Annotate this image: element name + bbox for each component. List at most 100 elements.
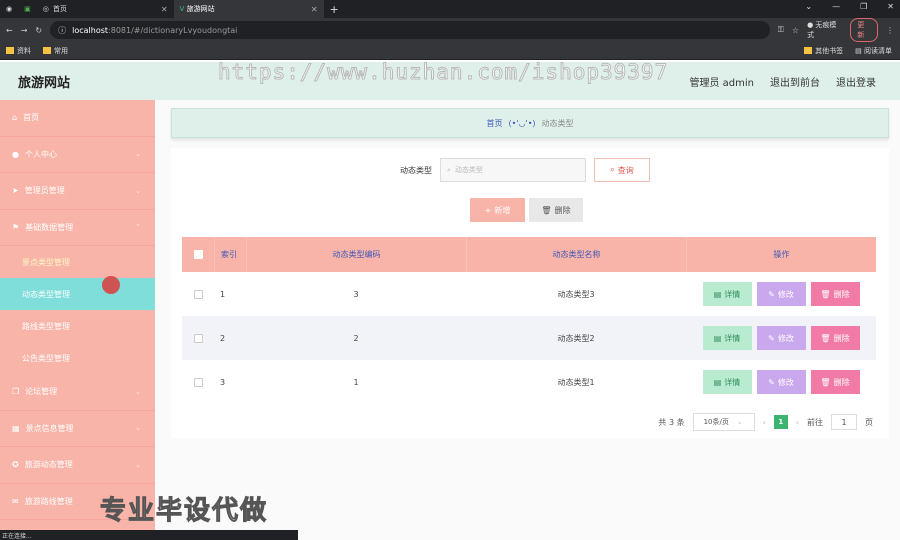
update-button[interactable]: 更新 (850, 18, 878, 42)
key-icon[interactable]: ⚿ (778, 25, 784, 35)
reading-list[interactable]: ▤ 阅读清单 (855, 46, 892, 56)
tab-label: 旅游网站 (186, 5, 215, 13)
select-all-checkbox[interactable] (193, 250, 203, 259)
sidebar-item-label: 首页 (23, 113, 40, 123)
edit-label: 修改 (777, 289, 794, 299)
url-path: :8081/#/dictionaryLvyoudongtai (108, 25, 238, 35)
folder-icon (6, 47, 14, 54)
sidebar-subitem-route-type[interactable]: 路线类型管理 (0, 310, 155, 342)
column-name[interactable]: 动态类型名称 (466, 237, 686, 272)
delete-label: 删除 (833, 377, 850, 387)
view-label: 详情 (724, 377, 741, 387)
sidebar-subitem-scenic-type[interactable]: 景点类型管理 (0, 246, 155, 278)
next-page-icon[interactable]: › (796, 418, 799, 427)
close-icon[interactable]: ✕ (161, 5, 168, 14)
info-icon: ⓘ (58, 25, 67, 35)
row-checkbox[interactable] (193, 333, 203, 343)
bookmark-folder[interactable]: 资料 (6, 46, 31, 56)
incognito-label[interactable]: ● 无痕模式 (807, 20, 842, 40)
breadcrumb-home[interactable]: 首页 (486, 118, 502, 129)
cursor-highlight (102, 276, 120, 294)
document-icon: ▤ (713, 289, 722, 299)
sidebar-item-profile[interactable]: ● 个人中心 ⌄ (0, 137, 155, 173)
row-checkbox[interactable] (193, 289, 203, 299)
prev-page-icon[interactable]: ‹ (763, 418, 766, 427)
search-button[interactable]: ⌕ 查询 (594, 158, 650, 182)
trash-icon: 🗑 (820, 333, 831, 343)
delete-label: 删除 (833, 333, 850, 343)
browser-tab-github[interactable]: ◉ (0, 0, 18, 18)
other-bookmarks[interactable]: 其他书签 (804, 46, 843, 56)
add-label: 新增 (494, 205, 511, 215)
forward-icon[interactable]: → (21, 26, 28, 35)
tab-label: 首页 (52, 5, 67, 13)
breadcrumb: 首页 (•'◡'•) 动态类型 (171, 108, 889, 138)
star-icon[interactable]: ☆ (792, 26, 799, 35)
document-icon: ▤ (713, 333, 722, 343)
edit-label: 修改 (777, 377, 794, 387)
chevron-up-icon: ⌃ (135, 223, 141, 232)
back-icon[interactable]: ← (6, 26, 13, 35)
page-size-select[interactable]: 10条/页 ⌄ (692, 413, 755, 431)
chevron-down-icon: ⌄ (135, 424, 141, 433)
chevron-down-icon: ⌄ (135, 460, 141, 469)
search-form: 动态类型 ⌕ 动态类型 ⌕ 查询 (400, 158, 650, 182)
home-icon: ⌂ (12, 113, 18, 123)
page-number-current[interactable]: 1 (773, 415, 788, 429)
sidebar-item-basic-data[interactable]: ⚑ 基础数据管理 ⌃ (0, 210, 155, 246)
sidebar-subitem-notice-type[interactable]: 公告类型管理 (0, 342, 155, 374)
search-placeholder: 动态类型 (454, 166, 483, 174)
globe-icon: ◎ (42, 5, 49, 13)
close-icon[interactable]: ✕ (887, 2, 894, 11)
pencil-icon: ✎ (768, 333, 775, 343)
browser-tab-app[interactable]: ▣ (18, 0, 37, 18)
batch-delete-button[interactable]: 🗑 删除 (529, 198, 583, 222)
trash-icon: 🗑 (541, 205, 552, 215)
search-input[interactable]: ⌕ 动态类型 (440, 158, 586, 182)
browser-tab-travel[interactable]: V 旅游网站 ✕ (173, 0, 324, 18)
sidebar-subitem-news-type[interactable]: 动态类型管理 (0, 278, 155, 310)
sidebar-item-label: 个人中心 (24, 149, 57, 159)
pager-total: 共 3 条 (658, 417, 685, 427)
reload-icon[interactable]: ↻ (35, 26, 42, 35)
menu-icon[interactable]: ⋮ (886, 26, 894, 35)
chevron-down-icon[interactable]: ⌄ (805, 2, 812, 11)
exit-to-front-link[interactable]: 退出到前台 (770, 74, 820, 89)
add-button[interactable]: + 新增 (470, 198, 525, 222)
edit-button[interactable]: ✎ 修改 (756, 370, 806, 394)
view-label: 详情 (724, 333, 741, 343)
row-checkbox[interactable] (193, 377, 203, 387)
view-button[interactable]: ▤ 详情 (702, 326, 752, 350)
current-user: 管理员 admin (689, 77, 754, 89)
new-tab-button[interactable]: + (324, 0, 345, 18)
delete-button[interactable]: 🗑 删除 (810, 282, 860, 306)
sidebar-item-admin[interactable]: ➤ 管理员管理 ⌄ (0, 173, 155, 210)
logout-link[interactable]: 退出登录 (836, 74, 876, 89)
close-icon[interactable]: ✕ (311, 5, 318, 14)
page-jump-input[interactable]: 1 (831, 414, 857, 430)
trash-icon: 🗑 (820, 377, 831, 387)
view-button[interactable]: ▤ 详情 (702, 282, 752, 306)
delete-button[interactable]: 🗑 删除 (810, 326, 860, 350)
url-field[interactable]: ⓘ localhost:8081/#/dictionaryLvyoudongta… (50, 21, 770, 39)
browser-tab-home[interactable]: ◎ 首页 ✕ (37, 0, 174, 18)
plus-icon: + (484, 205, 492, 215)
edit-button[interactable]: ✎ 修改 (756, 282, 806, 306)
folder-icon (43, 47, 51, 54)
content-panel: 动态类型 ⌕ 动态类型 ⌕ 查询 + 新增 🗑 删除 索引 动态类型编码 动态类型名称 … (171, 148, 889, 438)
bookmark-folder[interactable]: 常用 (43, 46, 68, 56)
edit-button[interactable]: ✎ 修改 (756, 326, 806, 350)
delete-button[interactable]: 🗑 删除 (810, 370, 860, 394)
sidebar-item-forum[interactable]: ❐ 论坛管理 ⌄ (0, 374, 155, 411)
sidebar-item-travel-news[interactable]: ✪ 旅游动态管理 ⌄ (0, 447, 155, 484)
column-index[interactable]: 索引 (214, 237, 246, 272)
column-code[interactable]: 动态类型编码 (246, 237, 466, 272)
sidebar-item-scenic-info[interactable]: ▦ 景点信息管理 ⌄ (0, 411, 155, 447)
sidebar-item-label: 管理员管理 (24, 186, 65, 196)
medal-icon: ✪ (12, 460, 19, 470)
view-button[interactable]: ▤ 详情 (702, 370, 752, 394)
window-controls: ⌄ — ❐ ✕ (805, 2, 894, 11)
minimize-icon[interactable]: — (832, 2, 840, 11)
sidebar-item-home[interactable]: ⌂ 首页 (0, 100, 155, 137)
maximize-icon[interactable]: ❐ (860, 2, 867, 11)
